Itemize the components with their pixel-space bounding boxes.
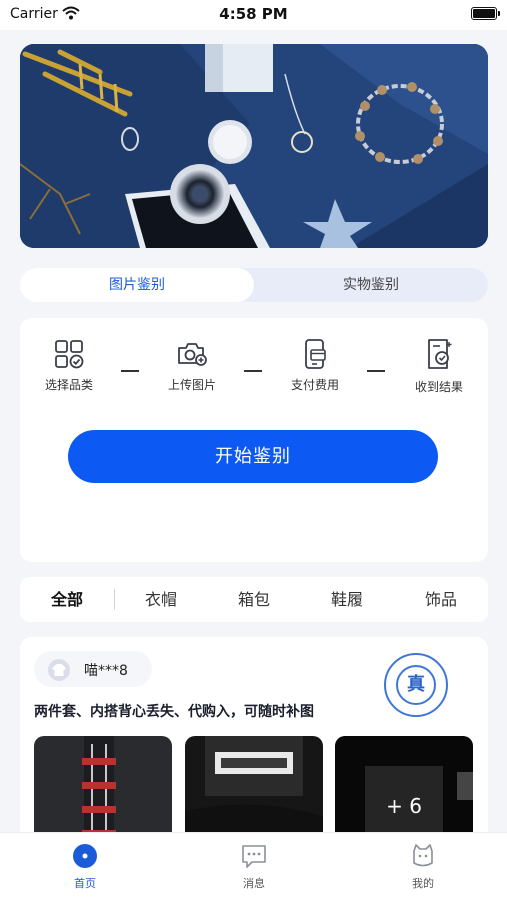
category-filter-bar: 全部 衣帽 箱包 鞋履 饰品	[20, 577, 488, 622]
category-divider	[114, 589, 115, 610]
more-photos-count: + 6	[386, 794, 422, 818]
tab-photo-identify[interactable]: 图片鉴别	[20, 268, 254, 302]
mode-tabs: 图片鉴别 实物鉴别	[20, 268, 488, 302]
authentic-stamp: 真	[384, 653, 448, 717]
post-title: 两件套、内搭背心丢失、代购入，可随时补图	[34, 704, 314, 720]
username: 喵***8	[84, 663, 128, 679]
tab-physical-identify[interactable]: 实物鉴别	[254, 268, 488, 302]
user-info[interactable]: 喵***8	[34, 651, 152, 687]
nav-profile[interactable]: 我的	[383, 843, 463, 891]
process-steps-card: 选择品类 上传图片 支付费用 收到结果 开始鉴别	[20, 318, 488, 562]
nav-label: 我的	[412, 877, 434, 890]
category-accessories[interactable]: 饰品	[411, 577, 471, 622]
nav-home[interactable]: 首页	[45, 843, 125, 891]
step-upload-photos: 上传图片	[147, 338, 237, 393]
post-thumbnail[interactable]: + 6	[335, 736, 473, 846]
step-connector	[244, 370, 262, 372]
start-identify-button[interactable]: 开始鉴别	[68, 430, 438, 483]
category-apparel[interactable]: 衣帽	[131, 577, 191, 622]
hero-banner[interactable]	[20, 44, 488, 248]
category-all[interactable]: 全部	[37, 577, 97, 622]
avatar	[48, 659, 70, 681]
report-stamp-icon	[394, 338, 484, 372]
step-pay-fee: 支付费用	[270, 338, 360, 393]
label-photo	[185, 736, 323, 846]
category-shoes[interactable]: 鞋履	[317, 577, 377, 622]
battery-icon	[471, 7, 500, 20]
post-thumbnail[interactable]	[34, 736, 172, 846]
banner-image	[20, 44, 488, 248]
message-icon	[214, 843, 294, 869]
nav-messages[interactable]: 消息	[214, 843, 294, 891]
step-label: 上传图片	[167, 378, 216, 392]
status-bar: Carrier 4:58 PM	[0, 0, 507, 30]
step-receive-result: 收到结果	[394, 338, 484, 395]
grid-check-icon	[24, 338, 114, 370]
stamp-text: 真	[396, 665, 436, 705]
step-label: 选择品类	[44, 378, 93, 392]
camera-plus-icon	[147, 338, 237, 370]
home-dot-icon	[45, 843, 125, 869]
clock: 4:58 PM	[219, 5, 288, 23]
nav-label: 消息	[243, 877, 265, 890]
post-thumbnail[interactable]	[185, 736, 323, 846]
step-select-category: 选择品类	[24, 338, 114, 393]
step-label: 支付费用	[290, 378, 339, 392]
step-label: 收到结果	[414, 380, 463, 394]
category-bags[interactable]: 箱包	[224, 577, 284, 622]
nav-label: 首页	[74, 877, 96, 890]
bottom-tab-bar: 首页 消息 我的	[0, 832, 507, 900]
knitwear-photo	[34, 736, 172, 846]
step-connector	[367, 370, 385, 372]
phone-card-icon	[270, 338, 360, 370]
profile-cat-icon	[383, 843, 463, 869]
step-connector	[121, 370, 139, 372]
